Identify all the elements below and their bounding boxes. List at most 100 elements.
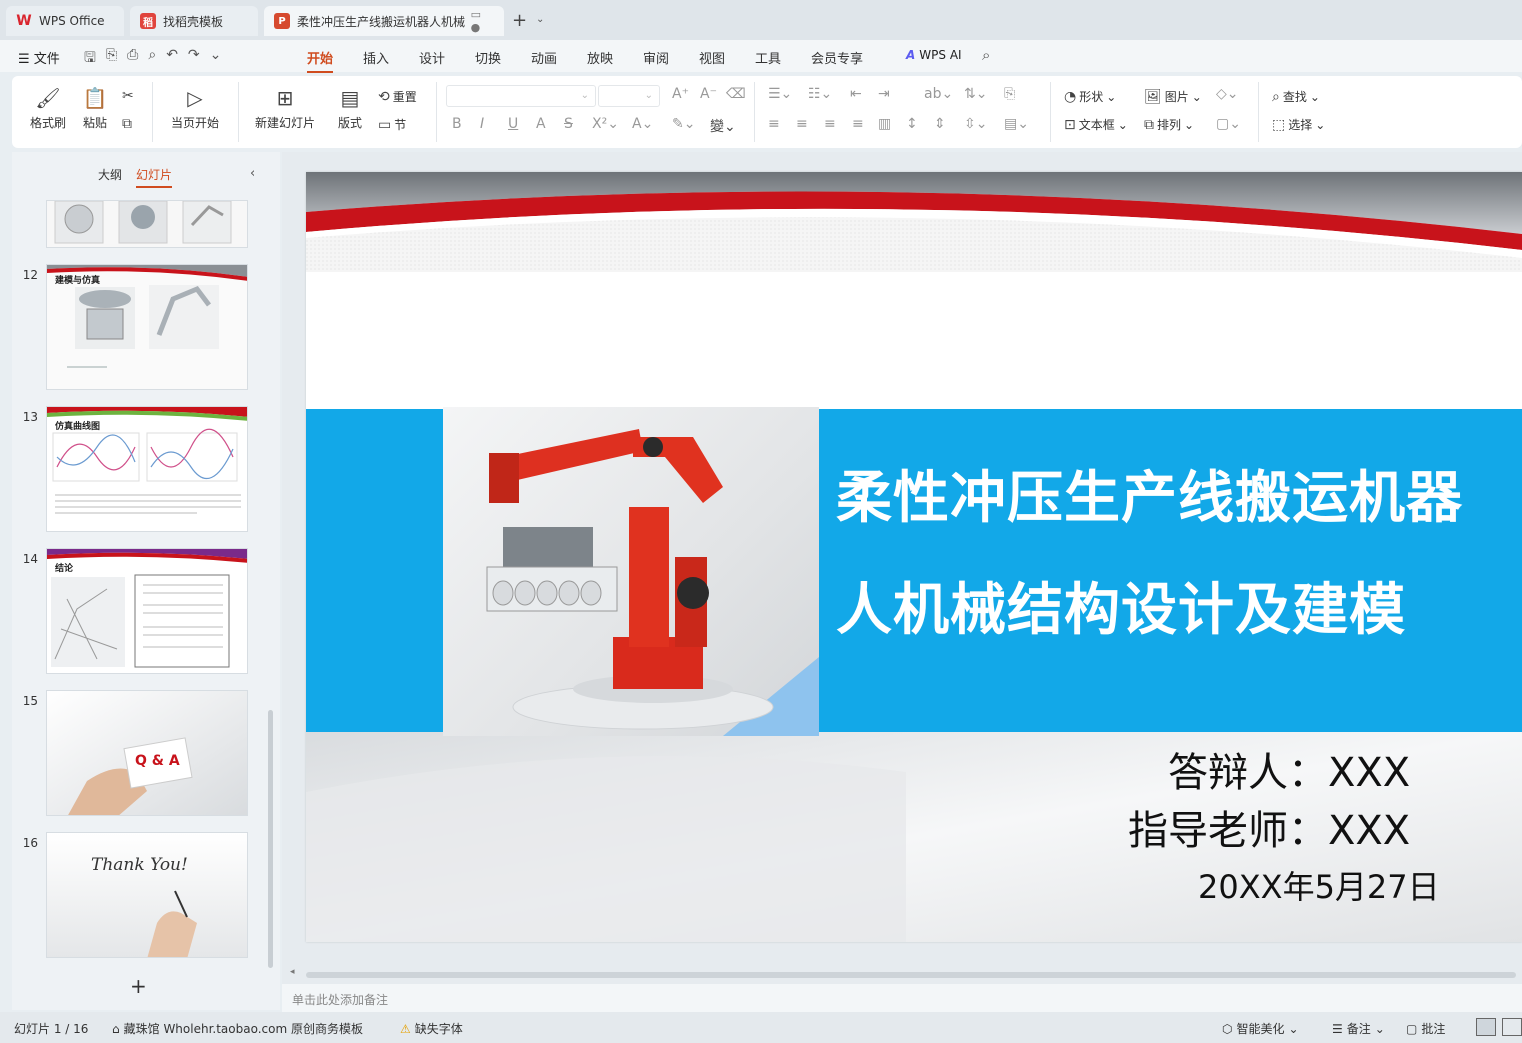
shape-button[interactable]: ◔ 形状 ⌄: [1064, 88, 1116, 105]
slide-thumbnail[interactable]: 仿真曲线图: [46, 406, 248, 532]
robot-photo[interactable]: [443, 407, 819, 736]
highlight-icon[interactable]: ✎⌄: [672, 116, 695, 132]
layout-button[interactable]: ▤ 版式: [330, 86, 370, 131]
arrange-button[interactable]: ⧉ 排列 ⌄: [1144, 116, 1194, 133]
paragraph-spacing-icon[interactable]: ⇕: [934, 116, 946, 132]
convert-icon[interactable]: ⎘: [1004, 86, 1015, 102]
missing-font-button[interactable]: ⚠ 缺失字体: [400, 1020, 463, 1037]
justify-icon[interactable]: ≡: [852, 116, 864, 132]
chevron-down-icon[interactable]: ⌄: [536, 14, 544, 25]
copy-button[interactable]: ⧉: [122, 116, 132, 132]
text-direction-icon[interactable]: ab⌄: [924, 86, 953, 102]
increase-indent-icon[interactable]: ⇥: [878, 86, 890, 102]
line-spacing-icon[interactable]: ↕: [906, 116, 918, 132]
scroll-left-icon[interactable]: ◂: [290, 967, 295, 977]
superscript-icon[interactable]: X²⌄: [592, 116, 619, 132]
slide-thumbnail[interactable]: 建模与仿真: [46, 264, 248, 390]
current-slide[interactable]: 柔性冲压生产线搬运机器 人机械结构设计及建模 答辩人：XXX 指导老师：XXX …: [306, 172, 1522, 942]
bullets-icon[interactable]: ☰⌄: [768, 86, 792, 102]
underline-icon[interactable]: U: [508, 116, 518, 132]
horizontal-scrollbar[interactable]: [306, 972, 1516, 978]
font-family-dropdown[interactable]: ⌄: [446, 85, 596, 107]
search-icon[interactable]: ⌕: [982, 46, 990, 64]
new-slide-button[interactable]: ⊞ 新建幻灯片: [248, 86, 322, 131]
slide-thumbnail[interactable]: 结论: [46, 548, 248, 674]
more-chevron-icon[interactable]: ⌄: [210, 47, 222, 71]
menu-review[interactable]: 审阅: [643, 48, 669, 67]
picture-button[interactable]: 🖼 图片 ⌄: [1144, 88, 1202, 105]
tab-slides[interactable]: 幻灯片: [136, 166, 172, 188]
menu-tools[interactable]: 工具: [755, 48, 781, 67]
new-tab-plus-icon[interactable]: +: [512, 10, 527, 31]
file-menu[interactable]: ☰ 文件: [18, 48, 60, 67]
menu-home[interactable]: 开始: [307, 48, 334, 73]
tab-wps-office[interactable]: W WPS Office: [6, 6, 124, 36]
vertical-align-icon[interactable]: ⇳⌄: [964, 116, 987, 132]
menu-animation[interactable]: 动画: [531, 48, 557, 67]
comments-button[interactable]: ▢ 批注: [1406, 1020, 1445, 1037]
play-from-current-button[interactable]: ▷ 当页开始: [162, 86, 228, 131]
template-shop-link[interactable]: ⌂ 藏珠馆 Wholehr.taobao.com 原创商务模板: [112, 1020, 363, 1037]
text-effect-icon[interactable]: A: [536, 116, 546, 132]
section-button[interactable]: ▭ 节: [378, 116, 406, 133]
numbering-icon[interactable]: ☷⌄: [808, 86, 832, 102]
columns-icon[interactable]: ▤⌄: [1004, 116, 1029, 132]
menu-view[interactable]: 视图: [699, 48, 725, 67]
tab-document[interactable]: P 柔性冲压生产线搬运机器人机械 ▭ ●: [264, 6, 504, 36]
notes-toggle-button[interactable]: ☰ 备注 ⌄: [1332, 1020, 1385, 1037]
defender-text[interactable]: 答辩人：XXX: [1168, 740, 1410, 798]
font-color-icon[interactable]: A⌄: [632, 116, 653, 132]
slide-thumbnail[interactable]: Thank You!: [46, 832, 248, 958]
reset-button[interactable]: ⟲ 重置: [378, 88, 417, 105]
menu-design[interactable]: 设计: [419, 48, 445, 67]
bold-icon[interactable]: B: [452, 116, 462, 132]
find-button[interactable]: ⌕ 查找 ⌄: [1272, 88, 1320, 105]
decrease-indent-icon[interactable]: ⇤: [850, 86, 862, 102]
clear-format-icon[interactable]: ⌫: [726, 86, 746, 102]
paste-button[interactable]: 📋 粘贴: [78, 86, 112, 131]
slide-thumbnail[interactable]: Q & A: [46, 690, 248, 816]
strikethrough-icon[interactable]: S: [564, 116, 573, 132]
date-text[interactable]: 20XX年5月27日: [1198, 862, 1440, 908]
slide-thumbnail[interactable]: [46, 200, 248, 248]
align-left-icon[interactable]: ≡: [768, 116, 780, 132]
distribute-icon[interactable]: ▥: [878, 116, 891, 132]
tab-outline[interactable]: 大纲: [98, 166, 122, 188]
menu-slideshow[interactable]: 放映: [587, 48, 613, 67]
normal-view-icon[interactable]: [1476, 1018, 1496, 1036]
menu-member[interactable]: 会员专享: [811, 48, 863, 67]
add-slide-plus-icon[interactable]: +: [130, 974, 147, 998]
cut-button[interactable]: ✂: [122, 88, 134, 104]
format-painter-button[interactable]: 🖌 格式刷: [30, 86, 66, 131]
sorter-view-icon[interactable]: [1502, 1018, 1522, 1036]
undo-icon[interactable]: ↶: [166, 47, 178, 71]
menu-transition[interactable]: 切换: [475, 48, 501, 67]
tab-template[interactable]: 稻 找稻壳模板: [130, 6, 258, 36]
menu-insert[interactable]: 插入: [363, 48, 389, 67]
export-icon[interactable]: ⎘: [106, 47, 117, 71]
notes-pane[interactable]: 单击此处添加备注: [282, 984, 1522, 1012]
align-right-icon[interactable]: ≡: [824, 116, 836, 132]
save-icon[interactable]: 🖫: [84, 47, 96, 71]
smart-beautify-button[interactable]: ⬡ 智能美化 ⌄: [1222, 1020, 1299, 1037]
pane-scrollbar[interactable]: [268, 710, 273, 968]
textbox-button[interactable]: ⊡ 文本框 ⌄: [1064, 116, 1128, 133]
italic-icon[interactable]: I: [480, 116, 484, 132]
decrease-font-icon[interactable]: A⁻: [700, 86, 717, 102]
warning-icon: ⚠: [400, 1021, 411, 1036]
select-button[interactable]: ⬚ 选择 ⌄: [1272, 116, 1325, 133]
slide-title[interactable]: 柔性冲压生产线搬运机器 人机械结构设计及建模: [836, 442, 1522, 666]
sort-icon[interactable]: ⇅⌄: [964, 86, 987, 102]
print-icon[interactable]: ⎙: [127, 47, 138, 71]
print-preview-icon[interactable]: ⌕: [148, 47, 156, 71]
fill-icon[interactable]: ◇⌄: [1216, 86, 1239, 102]
font-size-dropdown[interactable]: ⌄: [598, 85, 660, 107]
increase-font-icon[interactable]: A⁺: [672, 86, 689, 102]
collapse-pane-icon[interactable]: ‹: [250, 166, 255, 181]
char-spacing-icon[interactable]: 變⌄: [710, 116, 736, 136]
align-center-icon[interactable]: ≡: [796, 116, 808, 132]
outline-icon[interactable]: ▢⌄: [1216, 116, 1241, 132]
redo-icon[interactable]: ↷: [188, 47, 200, 71]
wps-ai-button[interactable]: A WPS AI: [906, 48, 962, 62]
advisor-text[interactable]: 指导老师：XXX: [1128, 798, 1410, 856]
